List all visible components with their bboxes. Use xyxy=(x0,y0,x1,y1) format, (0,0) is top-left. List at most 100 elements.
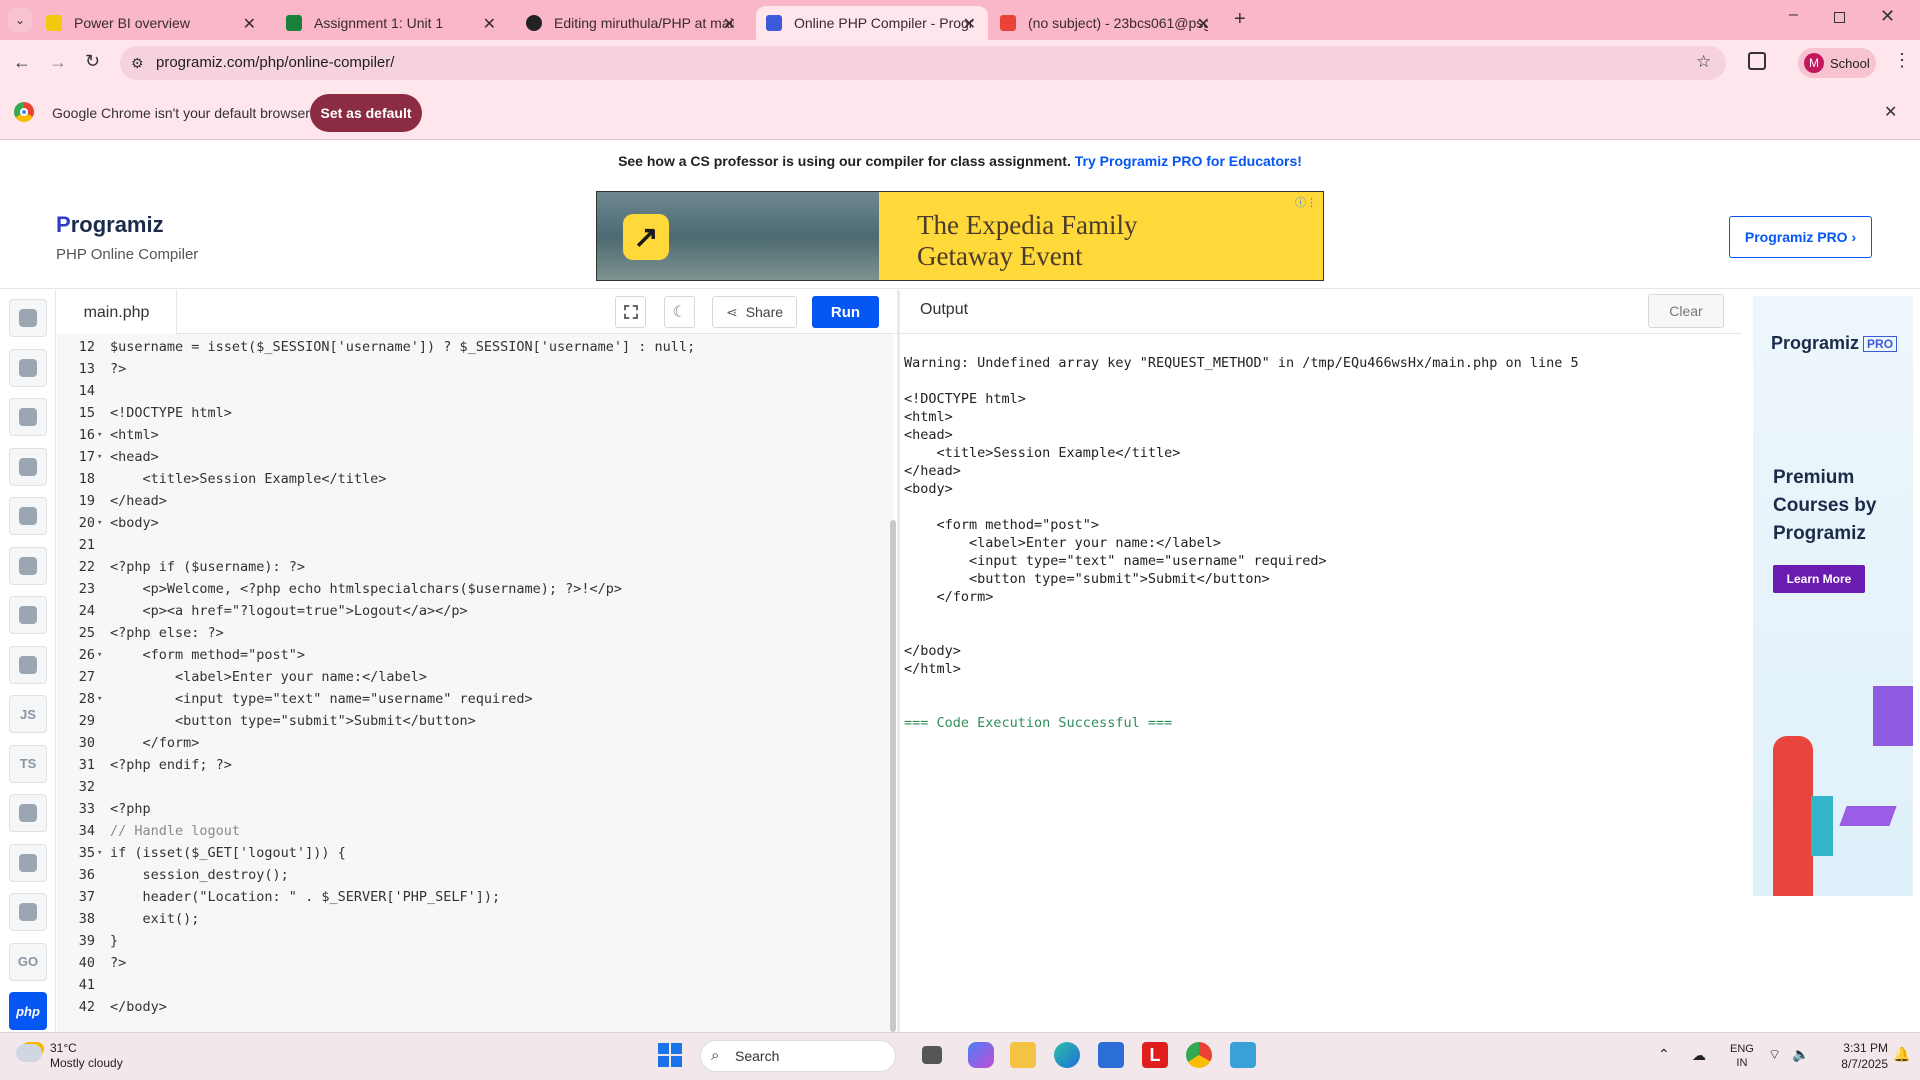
language-indicator[interactable]: ENG IN xyxy=(1730,1042,1754,1070)
fold-toggle-icon[interactable]: ▾ xyxy=(97,446,102,468)
start-button[interactable] xyxy=(658,1043,682,1067)
store-icon[interactable] xyxy=(1098,1042,1124,1068)
sidebar-item-sql[interactable] xyxy=(9,398,47,436)
code-line[interactable]: 23 <p>Welcome, <?php echo htmlspecialcha… xyxy=(57,578,887,600)
code-line[interactable]: 39} xyxy=(57,930,887,952)
code-line[interactable]: 42 </body> xyxy=(57,996,887,1018)
tab-3[interactable]: Editing miruthula/PHP at main ✕ xyxy=(516,6,748,40)
reload-button[interactable]: ↻ xyxy=(85,51,100,72)
fold-toggle-icon[interactable]: ▾ xyxy=(97,644,102,666)
set-default-button[interactable]: Set as default xyxy=(310,94,422,132)
window-close-button[interactable]: ✕ xyxy=(1880,6,1895,27)
notification-bell-icon[interactable]: 🔔 xyxy=(1893,1046,1910,1063)
code-line[interactable]: 37 header("Location: " . $_SERVER['PHP_S… xyxy=(57,886,887,908)
code-line[interactable]: 34 // Handle logout xyxy=(57,820,887,842)
theme-toggle-button[interactable]: ☾ xyxy=(664,296,695,328)
sidebar-item-python[interactable] xyxy=(9,299,47,337)
code-line[interactable]: 25 <?php else: ?> xyxy=(57,622,887,644)
profile-button[interactable]: M School xyxy=(1798,48,1876,78)
weather-icon[interactable] xyxy=(16,1044,42,1062)
code-line[interactable]: 38 exit(); xyxy=(57,908,887,930)
app-l-icon[interactable]: L xyxy=(1142,1042,1168,1068)
programiz-pro-button[interactable]: Programiz PRO › xyxy=(1729,216,1872,258)
chrome-taskbar-icon[interactable] xyxy=(1186,1042,1212,1068)
sidebar-item-php[interactable]: php xyxy=(9,992,47,1030)
sidebar-item-r[interactable] xyxy=(9,348,47,387)
volume-icon[interactable]: 🔈 xyxy=(1792,1046,1809,1063)
sidebar-item-go-lang[interactable] xyxy=(9,794,47,832)
code-line[interactable]: 35 ▾ if (isset($_GET['logout'])) { xyxy=(57,842,887,864)
tab-2[interactable]: Assignment 1: Unit 1 ✕ xyxy=(276,6,508,40)
code-line[interactable]: 24 <p><a href="?logout=true">Logout</a><… xyxy=(57,600,887,622)
code-line[interactable]: 15 <!DOCTYPE html> xyxy=(57,402,887,424)
code-line[interactable]: 19 </head> xyxy=(57,490,887,512)
sidebar-item-rust[interactable] xyxy=(9,893,47,931)
sidebar-item-go[interactable]: GO xyxy=(9,942,47,981)
sidebar-item-csharp[interactable] xyxy=(9,645,47,684)
fold-toggle-icon[interactable]: ▾ xyxy=(97,424,102,446)
menu-icon[interactable]: ⋮ xyxy=(1893,50,1911,71)
sidebar-item-ts[interactable]: TS xyxy=(9,744,47,783)
code-line[interactable]: 36 session_destroy(); xyxy=(57,864,887,886)
tab-close-icon[interactable]: ✕ xyxy=(243,14,256,34)
sidebar-item-js[interactable]: JS xyxy=(9,695,47,733)
infobar-close-icon[interactable]: ✕ xyxy=(1884,102,1897,122)
code-line[interactable]: 26 ▾ <form method="post"> xyxy=(57,644,887,666)
taskbar-search[interactable]: ⌕ Search xyxy=(700,1040,896,1072)
bookmark-star-icon[interactable]: ☆ xyxy=(1696,52,1711,72)
code-line[interactable]: 40 ?> xyxy=(57,952,887,974)
weather-widget[interactable]: 31°C Mostly cloudy xyxy=(50,1041,123,1071)
wifi-icon[interactable]: ⌔ xyxy=(1768,1046,1781,1064)
programiz-logo[interactable]: Programiz xyxy=(56,212,164,238)
tab-close-icon[interactable]: ✕ xyxy=(483,14,496,34)
code-line[interactable]: 12 $username = isset($_SESSION['username'… xyxy=(57,336,887,358)
code-line[interactable]: 17 ▾ <head> xyxy=(57,446,887,468)
code-line[interactable]: 18 <title>Session Example</title> xyxy=(57,468,887,490)
fullscreen-button[interactable] xyxy=(615,296,646,328)
restore-button[interactable] xyxy=(1834,12,1845,23)
code-line[interactable]: 28 ▾ <input type="text" name="username" r… xyxy=(57,688,887,710)
learn-more-button[interactable]: Learn More xyxy=(1773,565,1865,593)
fold-toggle-icon[interactable]: ▾ xyxy=(97,512,102,534)
minimize-button[interactable]: – xyxy=(1789,6,1798,24)
code-line[interactable]: 21 xyxy=(57,534,887,556)
code-line[interactable]: 22 <?php if ($username): ?> xyxy=(57,556,887,578)
tray-chevron-icon[interactable]: ⌃ xyxy=(1658,1046,1670,1063)
code-line[interactable]: 13 ?> xyxy=(57,358,887,380)
tab-4[interactable]: Online PHP Compiler - Program ✕ xyxy=(756,6,988,40)
forward-button[interactable]: → xyxy=(49,52,67,73)
fold-toggle-icon[interactable]: ▾ xyxy=(97,842,102,864)
code-line[interactable]: 33 <?php xyxy=(57,798,887,820)
extensions-icon[interactable] xyxy=(1748,52,1766,70)
site-info-icon[interactable]: ⚙ xyxy=(131,55,144,72)
tab-5[interactable]: (no subject) - 23bcs061@psgrk ✕ xyxy=(990,6,1222,40)
side-ad[interactable] xyxy=(1753,296,1913,896)
code-line[interactable]: 27 <label>Enter your name:</label> xyxy=(57,666,887,688)
new-tab-button[interactable]: + xyxy=(1234,8,1246,31)
tab-close-icon[interactable]: ✕ xyxy=(723,14,736,34)
code-line[interactable]: 14 xyxy=(57,380,887,402)
file-tab[interactable]: main.php xyxy=(57,290,177,335)
tab-1[interactable]: Power BI overview ✕ xyxy=(36,6,268,40)
file-explorer-icon[interactable] xyxy=(1010,1042,1036,1068)
url-text[interactable]: programiz.com/php/online-compiler/ xyxy=(156,54,394,71)
sidebar-item-cpp[interactable] xyxy=(9,596,47,634)
share-button[interactable]: ⋖ Share xyxy=(712,296,797,328)
code-line[interactable]: 31 <?php endif; ?> xyxy=(57,754,887,776)
code-line[interactable]: 20 ▾ <body> xyxy=(57,512,887,534)
ad-info-icon[interactable]: ⓘ⋮ xyxy=(1295,194,1317,210)
editor-scrollbar[interactable] xyxy=(890,520,896,1032)
code-line[interactable]: 29 <button type="submit">Submit</button> xyxy=(57,710,887,732)
back-button[interactable]: ← xyxy=(13,52,31,73)
code-line[interactable]: 30 </form> xyxy=(57,732,887,754)
tab-close-icon[interactable]: ✕ xyxy=(1197,14,1210,34)
promo-link[interactable]: Try Programiz PRO for Educators! xyxy=(1075,153,1302,169)
onedrive-icon[interactable]: ☁ xyxy=(1692,1047,1706,1064)
tab-search-button[interactable]: ⌄ xyxy=(8,8,32,32)
notepad-icon[interactable] xyxy=(1230,1042,1256,1068)
sidebar-item-java[interactable] xyxy=(9,497,47,535)
run-button[interactable]: Run xyxy=(812,296,879,328)
task-view-icon[interactable] xyxy=(922,1046,942,1064)
sidebar-item-c[interactable] xyxy=(9,546,47,585)
code-line[interactable]: 16 ▾ <html> xyxy=(57,424,887,446)
